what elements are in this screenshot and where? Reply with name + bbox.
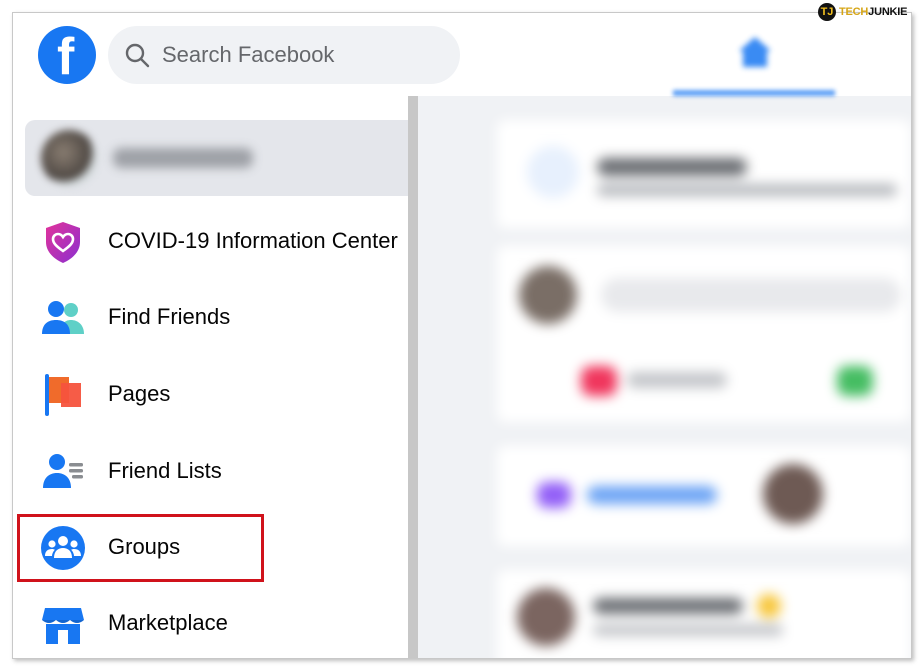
sidebar-item-pages[interactable]: Pages <box>25 359 408 431</box>
sidebar-item-label: Pages <box>108 381 171 406</box>
sidebar-item-label: Find Friends <box>108 304 231 329</box>
search-bar[interactable]: Search Facebook <box>108 26 460 84</box>
composer-card <box>497 246 911 422</box>
covid-heart-shield-icon <box>46 222 80 263</box>
watermark-badge: TJ <box>818 3 836 21</box>
sidebar-item-label: Marketplace <box>108 610 228 635</box>
facebook-f-glyph: f <box>57 28 75 86</box>
browser-frame: f Search Facebook COVID-19 Information C… <box>12 12 912 659</box>
flag-icon <box>45 374 81 416</box>
watermark-text: TECHJUNKIE <box>839 6 908 18</box>
tab-home[interactable] <box>673 13 835 96</box>
create-story-card <box>497 120 911 228</box>
sidebar-item-profile[interactable] <box>25 120 408 196</box>
avatar <box>41 130 97 186</box>
shop-icon <box>42 608 84 644</box>
search-icon <box>125 43 150 68</box>
news-feed-blurred <box>491 96 911 658</box>
techjunkie-watermark: TJ TECHJUNKIE <box>818 2 908 22</box>
room-card <box>497 446 911 546</box>
watermark-prefix: TECH <box>839 6 869 18</box>
top-navigation-bar: f Search Facebook <box>13 13 911 96</box>
profile-name-blurred <box>113 148 253 168</box>
watermark-suffix: JUNKIE <box>868 6 908 18</box>
search-input[interactable]: Search Facebook <box>162 42 334 68</box>
sidebar-item-find-friends[interactable]: Find Friends <box>25 282 408 354</box>
sidebar-item-label: COVID-19 Information Center <box>108 228 398 253</box>
facebook-logo[interactable]: f <box>38 26 96 84</box>
sidebar-item-label: Friend Lists <box>108 458 222 483</box>
left-sidebar: COVID-19 Information Center Find Friends… <box>13 96 408 658</box>
sidebar-item-friend-lists[interactable]: Friend Lists <box>25 436 408 508</box>
sidebar-item-covid-info[interactable]: COVID-19 Information Center <box>25 206 408 278</box>
friends-icon <box>42 301 84 334</box>
friend-list-icon <box>43 454 83 488</box>
sidebar-scrollbar[interactable] <box>408 96 418 658</box>
home-icon <box>739 37 771 67</box>
post-card <box>497 570 911 658</box>
sidebar-item-marketplace[interactable]: Marketplace <box>25 588 408 658</box>
highlight-box <box>17 514 264 582</box>
